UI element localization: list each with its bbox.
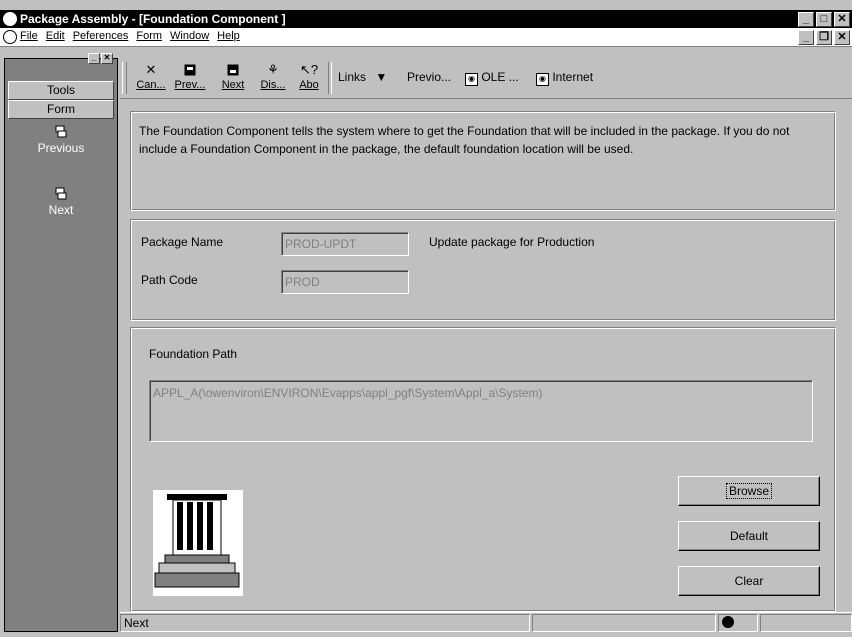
exit-bar: _ ✕ Tools Form Previous Next xyxy=(4,53,118,632)
application-window: Package Assembly - [Foundation Component… xyxy=(0,0,852,637)
document-icon[interactable] xyxy=(3,30,17,44)
description-panel: The Foundation Component tells the syste… xyxy=(130,111,836,211)
globe-icon xyxy=(722,616,734,628)
toolbar: ✕ Can... Prev... Next ⚘ Dis... ↖? Abo Li… xyxy=(120,58,852,99)
foundation-path-field[interactable]: APPL_A(\owenviron\ENVIRON\Evapps\appl_pg… xyxy=(149,380,813,442)
default-button[interactable]: Default xyxy=(678,521,820,551)
path-code-field: PROD xyxy=(281,270,409,294)
links-menu[interactable]: Links ▼ xyxy=(338,70,387,84)
toolbar-grip[interactable] xyxy=(122,62,127,94)
previous-record-icon xyxy=(172,61,208,79)
menu-file[interactable]: File xyxy=(20,30,38,42)
sidebar-item-label: Next xyxy=(48,203,74,217)
menu-help[interactable]: Help xyxy=(217,30,240,42)
menu-preferences[interactable]: Peferences xyxy=(73,30,129,42)
minimize-button[interactable]: _ xyxy=(798,12,814,27)
maximize-button[interactable]: □ xyxy=(816,12,832,27)
next-record-icon xyxy=(218,61,248,79)
next-form-icon xyxy=(54,187,68,201)
status-text: Next xyxy=(120,614,530,632)
clear-button[interactable]: Clear xyxy=(678,566,820,596)
display-button[interactable]: ⚘ Dis... xyxy=(258,61,288,95)
window-title: Package Assembly - [Foundation Component… xyxy=(20,12,286,26)
doc-restore-button[interactable]: ❐ xyxy=(816,30,832,45)
close-button[interactable]: ✕ xyxy=(834,12,850,27)
title-bar[interactable]: Package Assembly - [Foundation Component… xyxy=(0,10,852,28)
tab-tools[interactable]: Tools xyxy=(8,81,114,100)
link-previous[interactable]: Previo... xyxy=(407,70,451,84)
sidebar-item-next[interactable]: Next xyxy=(5,187,117,217)
status-globe-cell xyxy=(718,614,758,632)
foundation-path-label: Foundation Path xyxy=(149,347,238,361)
link-ole[interactable]: ◉ OLE ... xyxy=(465,70,519,86)
browse-button[interactable]: Browse xyxy=(678,476,820,506)
menu-window[interactable]: Window xyxy=(170,30,209,42)
sidebar-item-previous[interactable]: Previous xyxy=(5,125,117,155)
status-cell-end xyxy=(760,614,852,632)
menu-bar: File Edit Peferences Form Window Help _ … xyxy=(0,28,852,47)
doc-minimize-button[interactable]: _ xyxy=(798,30,814,45)
internet-icon: ◉ xyxy=(536,73,549,86)
about-help-icon: ↖? xyxy=(299,62,319,77)
status-cell xyxy=(532,614,716,632)
package-panel: Package Name PROD-UPDT Update package fo… xyxy=(130,219,836,321)
link-internet[interactable]: ◉ Internet xyxy=(536,70,593,86)
cancel-x-icon: ✕ xyxy=(145,62,157,77)
next-record-button[interactable]: Next xyxy=(218,61,248,95)
doc-close-button[interactable]: ✕ xyxy=(834,30,850,45)
ole-icon: ◉ xyxy=(465,73,478,86)
package-description: Update package for Production xyxy=(429,235,595,249)
previous-form-icon xyxy=(54,125,68,139)
menu-form[interactable]: Form xyxy=(136,30,162,42)
app-globe-icon xyxy=(3,12,17,26)
sidebar-minimize-button[interactable]: _ xyxy=(88,53,100,64)
sidebar-close-button[interactable]: ✕ xyxy=(101,53,113,64)
about-button[interactable]: ↖? Abo xyxy=(296,61,322,95)
toolbar-separator xyxy=(328,62,332,94)
dropdown-arrow-icon: ▼ xyxy=(375,70,388,84)
previous-record-button[interactable]: Prev... xyxy=(172,61,208,95)
display-icon: ⚘ xyxy=(267,62,279,77)
foundation-panel: Foundation Path APPL_A(\owenviron\ENVIRO… xyxy=(130,327,836,612)
menu-edit[interactable]: Edit xyxy=(46,30,65,42)
package-name-field: PROD-UPDT xyxy=(281,232,409,256)
cancel-button[interactable]: ✕ Can... xyxy=(134,61,168,95)
status-bar: Next xyxy=(120,612,852,633)
form-description: The Foundation Component tells the syste… xyxy=(139,124,790,156)
tab-form[interactable]: Form xyxy=(8,100,114,119)
path-code-label: Path Code xyxy=(141,273,198,287)
sidebar-item-label: Previous xyxy=(37,141,85,155)
foundation-column-icon xyxy=(153,490,243,596)
package-name-label: Package Name xyxy=(141,235,224,249)
